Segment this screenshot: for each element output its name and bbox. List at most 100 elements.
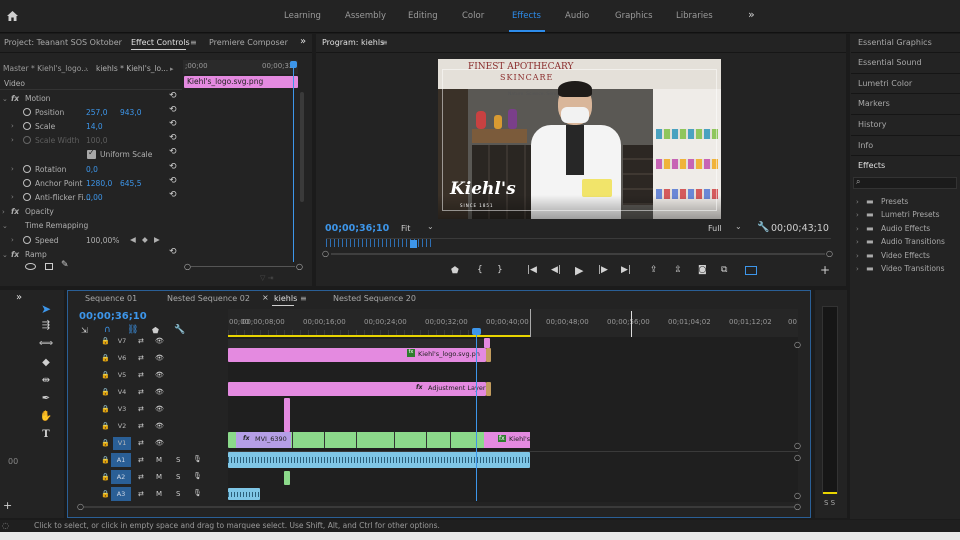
lock-icon[interactable]: 🔒 <box>101 405 110 413</box>
tab-effect-controls[interactable]: Effect Controls <box>131 38 190 47</box>
workspaces-overflow-button[interactable]: » <box>748 8 755 21</box>
chevron-right-icon[interactable]: › <box>856 238 859 246</box>
prev-keyframe-icon[interactable]: ◀ <box>130 235 136 244</box>
lock-icon[interactable]: 🔒 <box>101 388 110 396</box>
lock-icon[interactable]: 🔒 <box>101 473 110 481</box>
panel-overflow-button[interactable]: » <box>16 292 22 303</box>
reset-icon[interactable]: ⟲ <box>169 247 177 257</box>
program-monitor-title[interactable]: Program: kiehls <box>322 38 384 47</box>
info-tab[interactable]: Info <box>858 141 873 150</box>
tab-kiehls[interactable]: kiehls <box>274 294 297 303</box>
export-frame-icon[interactable]: ◙ <box>698 265 707 275</box>
mute-button[interactable]: M <box>156 473 162 481</box>
chevron-down-icon[interactable]: ⌄ <box>2 222 8 230</box>
wrench-icon[interactable]: 🔧 <box>757 222 769 233</box>
track-label-a1[interactable]: A1 <box>111 453 131 467</box>
workspace-learning[interactable]: Learning <box>284 11 321 21</box>
slip-tool-icon[interactable]: ⇹ <box>38 375 54 386</box>
microphone-icon[interactable]: 🎙 <box>193 455 202 463</box>
sequence-clip-label[interactable]: kiehls * Kiehl's_lo... <box>96 64 168 73</box>
chevron-right-icon[interactable]: › <box>856 211 859 219</box>
program-timecode[interactable]: 00;00;36;10 <box>325 223 389 234</box>
sync-lock-icon[interactable]: ⇄ <box>138 473 144 481</box>
chevron-right-icon[interactable]: › <box>856 252 859 260</box>
stopwatch-icon[interactable] <box>23 122 31 130</box>
sync-lock-icon[interactable]: ⇄ <box>138 354 144 362</box>
track-select-tool-icon[interactable]: ⇶ <box>38 320 54 331</box>
ec-playhead[interactable] <box>293 62 294 262</box>
solo-button[interactable]: S <box>176 490 180 498</box>
stopwatch-icon[interactable] <box>23 179 31 187</box>
sync-lock-icon[interactable]: ⇄ <box>138 422 144 430</box>
lock-icon[interactable]: 🔒 <box>101 337 110 345</box>
chevron-down-icon[interactable]: ⌄ <box>735 222 742 231</box>
timeline-playhead[interactable] <box>476 329 477 501</box>
linked-selection-icon[interactable]: ⛓ <box>127 325 138 335</box>
workspace-audio[interactable]: Audio <box>565 11 589 21</box>
chevron-down-icon[interactable]: ⌄ <box>427 222 434 231</box>
chevron-right-icon[interactable]: › <box>11 136 14 144</box>
track-label-v4[interactable]: V4 <box>113 386 131 399</box>
reset-icon[interactable]: ⟲ <box>169 133 177 143</box>
go-to-out-icon[interactable]: ▶| <box>621 265 631 275</box>
ellipse-mask-icon[interactable] <box>25 263 36 270</box>
folder-audio-effects[interactable]: Audio Effects <box>881 224 930 233</box>
add-marker-icon[interactable]: ⬟ <box>152 326 159 335</box>
markers-tab[interactable]: Markers <box>858 99 890 108</box>
tab-nested-sequence-02[interactable]: Nested Sequence 02 <box>167 294 250 303</box>
tab-premiere-composer[interactable]: Premiere Composer <box>209 38 288 47</box>
microphone-icon[interactable]: 🎙 <box>193 489 202 497</box>
zoom-handle-icon[interactable]: ○ <box>794 491 801 500</box>
v1-clip-track[interactable]: fx MVI_6390 fx Kiehl's <box>228 432 530 448</box>
lock-icon[interactable]: 🔒 <box>101 422 110 430</box>
workspace-assembly[interactable]: Assembly <box>345 11 386 21</box>
master-clip-label[interactable]: Master * Kiehl's_logo... <box>3 64 88 73</box>
chevron-down-icon[interactable]: ⌄ <box>2 95 8 103</box>
zoom-handle-icon[interactable]: ○ <box>794 441 801 450</box>
panel-overflow-button[interactable]: » <box>300 36 306 47</box>
eye-icon[interactable]: 👁 <box>155 439 164 447</box>
eye-icon[interactable]: 👁 <box>155 405 164 413</box>
eye-icon[interactable]: 👁 <box>155 354 164 362</box>
lock-icon[interactable]: 🔒 <box>101 456 110 464</box>
mute-button[interactable]: M <box>156 490 162 498</box>
essential-graphics-tab[interactable]: Essential Graphics <box>858 38 932 47</box>
effect-controls-menu-icon[interactable]: ≡ <box>190 38 197 47</box>
v7-clip[interactable] <box>484 338 490 348</box>
add-marker-icon[interactable]: ⬟ <box>451 266 459 276</box>
microphone-icon[interactable]: 🎙 <box>193 472 202 480</box>
add-icon[interactable]: + <box>3 499 12 512</box>
lock-icon[interactable]: 🔒 <box>101 354 110 362</box>
reset-icon[interactable]: ⟲ <box>169 119 177 129</box>
reset-icon[interactable]: ⟲ <box>169 91 177 101</box>
fit-dropdown[interactable]: Fit <box>401 224 410 233</box>
mark-out-icon[interactable]: } <box>497 265 503 275</box>
lock-icon[interactable]: 🔒 <box>101 371 110 379</box>
timeline-playhead-handle[interactable] <box>472 328 481 335</box>
play-only-icon[interactable]: ▸ <box>170 65 174 73</box>
reset-icon[interactable]: ⟲ <box>169 105 177 115</box>
mark-in-icon[interactable]: { <box>477 265 483 275</box>
sync-lock-icon[interactable]: ⇄ <box>138 490 144 498</box>
safe-margins-toggle-icon[interactable] <box>745 266 757 275</box>
stopwatch-icon[interactable] <box>23 236 31 244</box>
effects-tab[interactable]: Effects <box>858 161 885 170</box>
pen-tool-icon[interactable]: ✒ <box>38 393 54 404</box>
lumetri-color-tab[interactable]: Lumetri Color <box>858 79 912 88</box>
eye-icon[interactable]: 👁 <box>155 337 164 345</box>
track-label-a2[interactable]: A2 <box>111 470 131 484</box>
lock-icon[interactable]: 🔒 <box>101 490 110 498</box>
tab-sequence-01[interactable]: Sequence 01 <box>85 294 137 303</box>
stopwatch-icon[interactable] <box>23 108 31 116</box>
rotation-value[interactable]: 0,0 <box>86 165 98 174</box>
folder-video-transitions[interactable]: Video Transitions <box>881 264 945 273</box>
v4-adjustment-clip[interactable]: fx Adjustment Layer <box>228 382 486 396</box>
folder-lumetri-presets[interactable]: Lumetri Presets <box>881 210 940 219</box>
sync-lock-icon[interactable]: ⇄ <box>138 388 144 396</box>
button-editor-plus-icon[interactable]: + <box>820 263 830 277</box>
timeline-horizontal-scrollbar[interactable] <box>84 506 794 508</box>
history-tab[interactable]: History <box>858 120 886 129</box>
play-icon[interactable]: ▶ <box>575 264 583 277</box>
tab-project[interactable]: Project: Teanant SOS Oktober <box>4 38 122 47</box>
chevron-down-icon[interactable]: ⌄ <box>2 251 8 259</box>
